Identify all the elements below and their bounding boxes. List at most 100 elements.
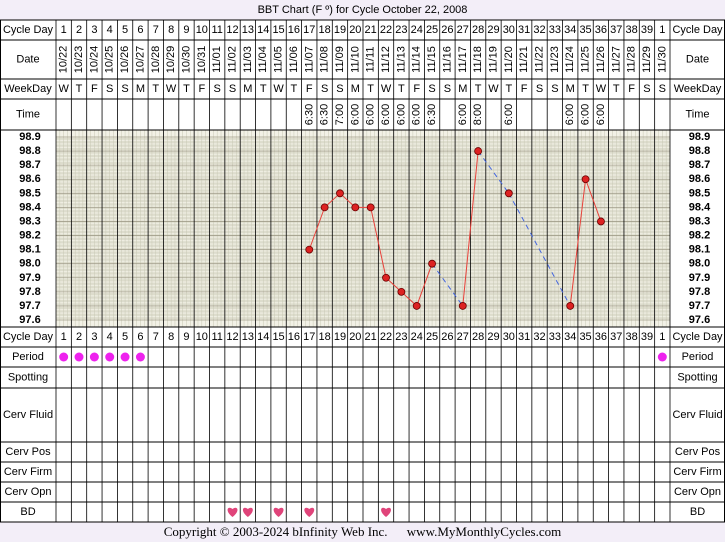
y-tick-left: 98.1 xyxy=(19,244,40,256)
date-cell: 10/26 xyxy=(119,46,131,74)
time-cell: 6:30 xyxy=(303,104,315,125)
weekday-cell: T xyxy=(475,83,482,95)
weekday-cell: F xyxy=(628,83,635,95)
weekday-cell: F xyxy=(91,83,98,95)
cycle-day-cell: 13 xyxy=(242,24,254,36)
cycle-day-cell: 35 xyxy=(579,331,591,343)
row-label-right-cycle_day: Cycle Day xyxy=(672,24,723,36)
cycle-day-cell: 24 xyxy=(411,24,423,36)
period-dot xyxy=(657,352,667,362)
cycle-day-cell: 21 xyxy=(365,331,377,343)
cycle-day-cell: 31 xyxy=(518,24,530,36)
period-dot xyxy=(105,352,115,362)
cycle-day-cell: 16 xyxy=(288,24,300,36)
cycle-day-cell: 13 xyxy=(242,331,254,343)
temp-point xyxy=(382,273,390,282)
copyright-text: Copyright © 2003-2024 bInfinity Web Inc. xyxy=(163,524,388,539)
bbt-chart-grid: Cycle Day Cycle Day Date Date WeekDay WeekDay… xyxy=(0,19,725,523)
date-cell: 11/03 xyxy=(242,46,254,73)
y-tick-right: 98.1 xyxy=(689,244,710,256)
footer: Copyright © 2003-2024 bInfinity Web Inc.… xyxy=(0,522,725,542)
time-cell: 6:00 xyxy=(349,104,361,125)
date-cell: 10/29 xyxy=(165,46,177,74)
time-cell: 6:00 xyxy=(457,104,469,125)
cycle-day-cell: 38 xyxy=(626,331,638,343)
date-cell: 11/19 xyxy=(487,46,499,73)
weekday-cell: S xyxy=(551,83,558,95)
site-link[interactable]: www.MyMonthlyCycles.com xyxy=(407,524,561,539)
temp-point xyxy=(412,302,421,310)
cycle-day-cell: 32 xyxy=(533,24,545,36)
weekday-cell: S xyxy=(214,83,221,95)
weekday-cell: M xyxy=(458,83,467,95)
weekday-cell: S xyxy=(229,83,236,95)
y-tick-right: 98.9 xyxy=(689,131,710,143)
row-label-left-cerv_firm: Cerv Firm xyxy=(4,466,52,478)
cycle-day-cell: 10 xyxy=(196,24,208,36)
weekday-cell: F xyxy=(521,83,528,95)
period-dot xyxy=(120,352,130,362)
weekday-cell: M xyxy=(351,83,360,95)
y-tick-left: 98.3 xyxy=(19,215,40,227)
row-label-right-bd: BD xyxy=(690,506,705,518)
date-cell: 11/26 xyxy=(595,46,607,73)
weekday-cell: W xyxy=(596,83,607,95)
weekday-cell: W xyxy=(488,83,499,95)
y-tick-left: 97.8 xyxy=(19,286,40,298)
weekday-cell: S xyxy=(659,83,666,95)
weekday-cell: S xyxy=(121,83,128,95)
y-tick-right: 98.3 xyxy=(689,215,710,227)
cycle-day-cell: 33 xyxy=(549,24,561,36)
cycle-day-cell: 28 xyxy=(472,331,484,343)
weekday-cell: F xyxy=(198,83,205,95)
y-tick-left: 97.6 xyxy=(19,314,40,326)
date-cell: 10/23 xyxy=(73,46,85,74)
row-label-left-cerv_pos: Cerv Pos xyxy=(5,446,51,458)
date-cell: 10/25 xyxy=(104,46,116,74)
cycle-day-cell: 22 xyxy=(380,24,392,36)
cycle-day-cell: 9 xyxy=(183,24,189,36)
cycle-day-cell: 29 xyxy=(487,331,499,343)
cycle-day-cell: 26 xyxy=(441,24,453,36)
cycle-day-cell: 3 xyxy=(91,331,97,343)
time-cell: 6:30 xyxy=(319,104,331,125)
date-cell: 11/21 xyxy=(518,46,530,73)
time-cell: 6:30 xyxy=(426,104,438,125)
cycle-day-cell: 17 xyxy=(303,24,315,36)
cycle-day-cell: 29 xyxy=(487,24,499,36)
weekday-cell: S xyxy=(106,83,113,95)
date-cell: 11/16 xyxy=(441,46,453,73)
time-cell: 6:00 xyxy=(365,104,377,125)
row-label-left-date: Date xyxy=(16,54,39,66)
weekday-cell: W xyxy=(381,83,392,95)
cycle-day-cell: 33 xyxy=(549,331,561,343)
cycle-day-cell: 14 xyxy=(257,331,269,343)
period-dot xyxy=(59,352,69,362)
weekday-cell: T xyxy=(183,83,190,95)
time-cell: 6:00 xyxy=(395,104,407,125)
y-tick-left: 98.6 xyxy=(19,173,40,185)
weekday-cell: W xyxy=(166,83,177,95)
date-cell: 11/04 xyxy=(257,46,269,73)
date-cell: 10/28 xyxy=(150,46,162,74)
weekday-cell: F xyxy=(306,83,313,95)
y-tick-left: 98.0 xyxy=(19,258,40,270)
cycle-day-cell: 30 xyxy=(503,331,515,343)
cycle-day-cell: 37 xyxy=(610,331,622,343)
cycle-day-cell: 8 xyxy=(168,331,174,343)
row-label-left-period: Period xyxy=(12,351,44,363)
weekday-cell: S xyxy=(444,83,451,95)
row-label-left-cerv_fluid: Cerv Fluid xyxy=(3,409,53,421)
row-label-right-cerv_fluid: Cerv Fluid xyxy=(672,409,722,421)
date-cell: 11/08 xyxy=(319,46,331,73)
cycle-day-cell: 5 xyxy=(122,24,128,36)
temp-point xyxy=(581,175,590,184)
date-cell: 11/12 xyxy=(380,46,392,73)
cycle-day-cell: 24 xyxy=(411,331,423,343)
cycle-day-cell: 35 xyxy=(579,24,591,36)
weekday-cell: T xyxy=(582,83,589,95)
cycle-day-cell: 5 xyxy=(122,331,128,343)
cycle-day-cell: 1 xyxy=(659,24,665,36)
cycle-day-cell: 39 xyxy=(641,331,653,343)
y-tick-left: 98.7 xyxy=(19,159,40,171)
